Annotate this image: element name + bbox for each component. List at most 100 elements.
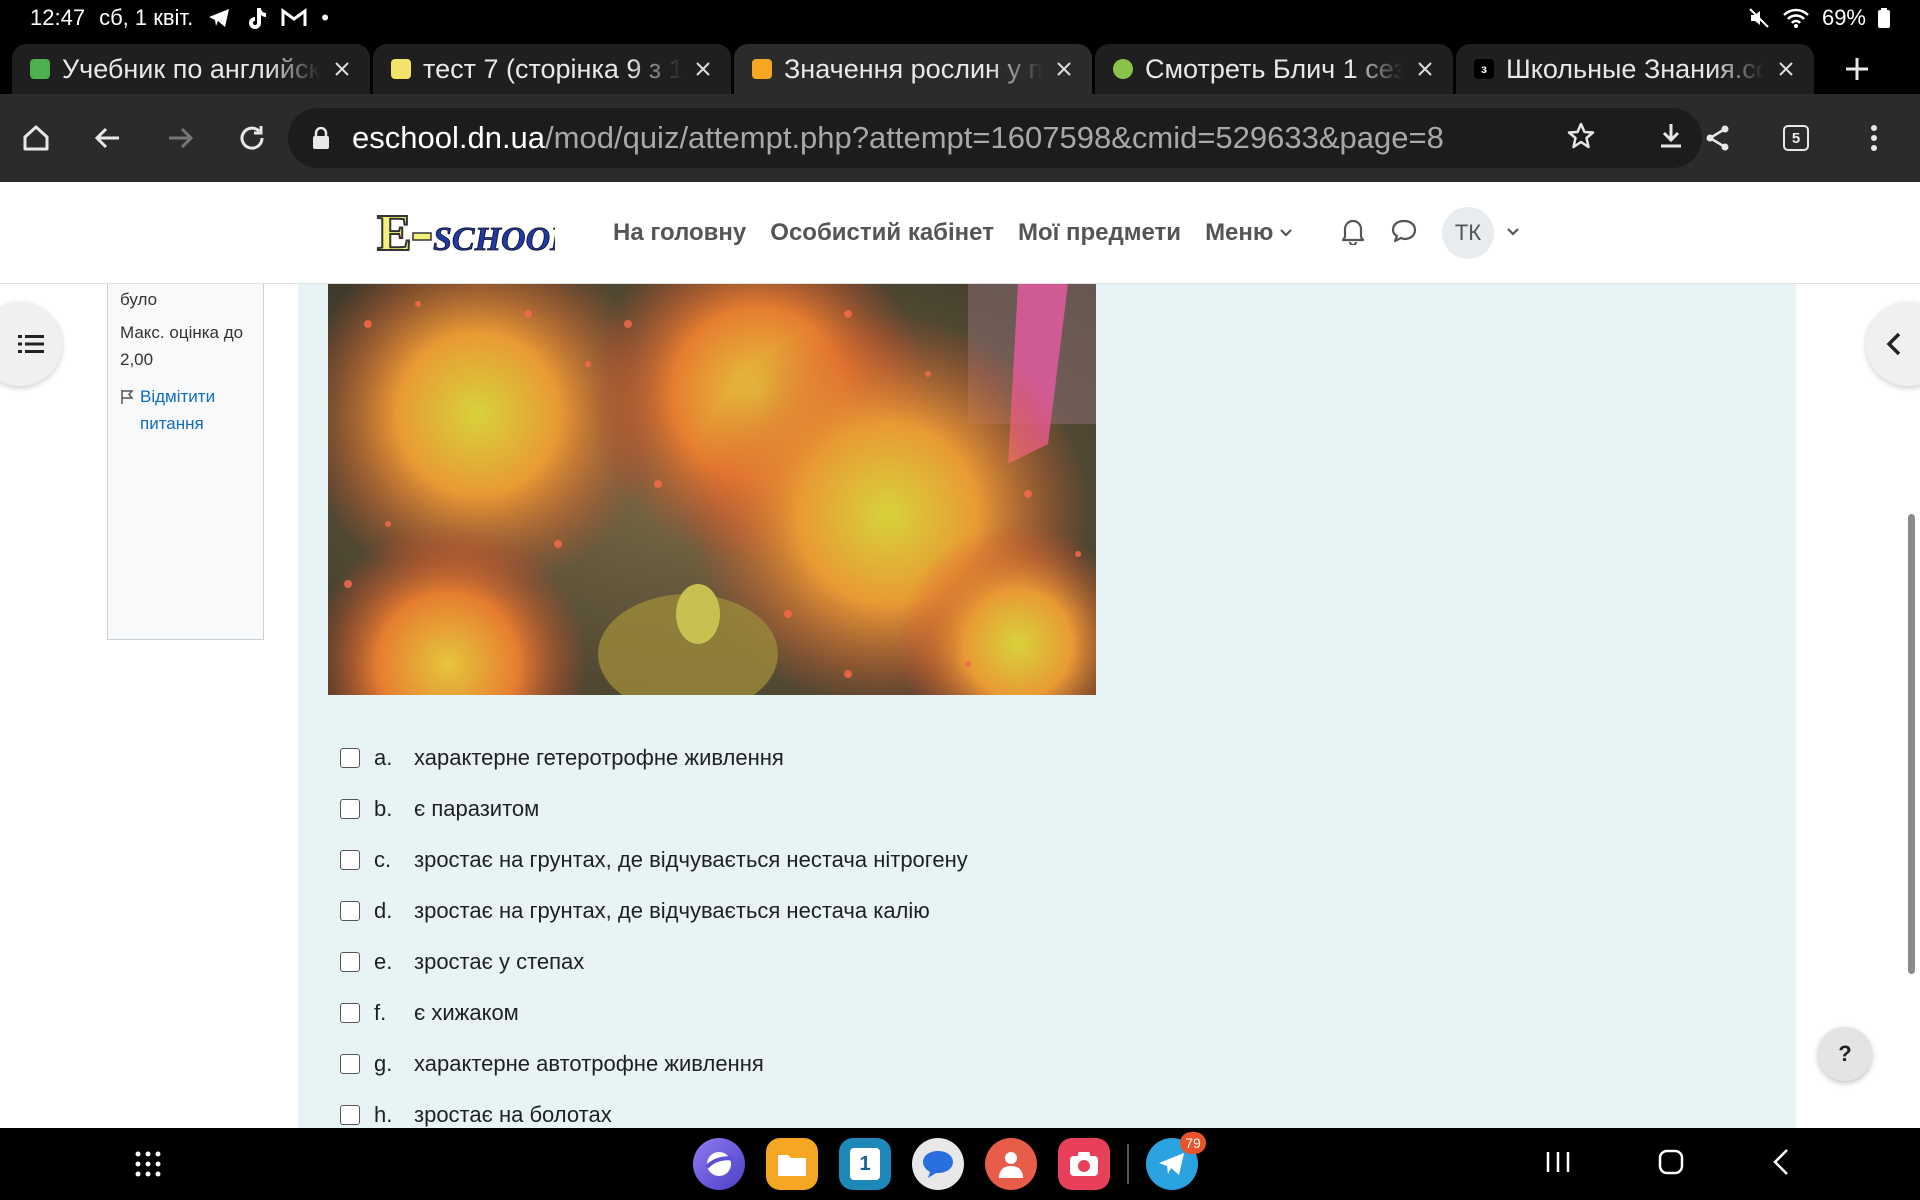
question-info-panel: було Макс. оцінка до 2,00 Відмітити пита…	[107, 284, 264, 640]
notification-badge: 79	[1180, 1132, 1206, 1154]
tab-close-icon[interactable]	[1772, 55, 1800, 83]
forward-button[interactable]	[144, 102, 216, 174]
nav-cabinet[interactable]: Особистий кабінет	[770, 219, 994, 247]
chevron-left-icon	[1886, 332, 1901, 356]
telegram-icon[interactable]: 79	[1146, 1132, 1206, 1190]
answer-options: a. характерне гетеротрофне живлення b. є п…	[340, 732, 968, 1128]
share-icon	[1706, 125, 1729, 151]
messages-icon[interactable]	[912, 1138, 964, 1190]
home-nav-icon[interactable]	[1657, 1148, 1685, 1181]
nav-subjects[interactable]: Мої предмети	[1018, 219, 1181, 247]
answer-option[interactable]: c. зростає на грунтах, де відчувається не…	[340, 834, 968, 885]
tab-title: Учебник по английскому	[62, 53, 320, 84]
help-button[interactable]: ?	[1818, 1027, 1872, 1081]
answer-checkbox[interactable]	[340, 747, 360, 768]
answer-text[interactable]: зростає на грунтах, де відчувається нест…	[414, 847, 968, 873]
answer-option[interactable]: h. зростає на болотах	[340, 1089, 968, 1128]
answer-text[interactable]: характерне автотрофне живлення	[414, 1051, 764, 1077]
tiktok-notification-icon	[245, 6, 267, 30]
svg-text:SCHOOL: SCHOOL	[433, 221, 555, 258]
answer-letter: c.	[374, 846, 392, 872]
browser-menu-button[interactable]	[1838, 102, 1910, 174]
battery-icon	[1878, 8, 1890, 28]
browser-tab[interactable]: Смотреть Блич 1 сезон	[1095, 44, 1453, 94]
site-header: E SCHOOL На головну Особистий кабінет Мо…	[0, 182, 1920, 284]
more-notifications-dot: •	[321, 5, 329, 30]
answer-letter: g.	[374, 1050, 393, 1076]
recents-icon[interactable]	[1545, 1149, 1571, 1180]
answer-letter: a.	[374, 744, 393, 770]
back-button[interactable]	[72, 102, 144, 174]
page-scrollbar[interactable]	[1908, 514, 1915, 974]
address-bar[interactable]: eschool.dn.ua/mod/quiz/attempt.php?attem…	[288, 108, 1702, 168]
question-status: було	[120, 290, 158, 309]
browser-tab-active[interactable]: Значення рослин у природі	[734, 44, 1092, 94]
answer-checkbox[interactable]	[340, 1053, 360, 1074]
samsung-internet-icon[interactable]	[693, 1138, 745, 1190]
tab-title: Значення рослин у природі	[784, 53, 1042, 84]
gmail-notification-icon	[281, 8, 307, 28]
tab-count: 5	[1783, 125, 1809, 151]
answer-text[interactable]: є паразитом	[414, 796, 539, 822]
answer-text[interactable]: характерне гетеротрофне живлення	[414, 745, 784, 771]
answer-checkbox[interactable]	[340, 951, 360, 972]
calendar-icon[interactable]: 1	[839, 1138, 891, 1190]
tab-close-icon[interactable]	[1050, 55, 1078, 83]
notifications-bell-icon[interactable]	[1340, 217, 1366, 250]
answer-option[interactable]: e. зростає у степах	[340, 936, 968, 987]
home-button[interactable]	[0, 102, 72, 174]
answer-option[interactable]: b. є паразитом	[340, 783, 968, 834]
tab-close-icon[interactable]	[1411, 55, 1439, 83]
flag-question-link[interactable]: Відмітити питання	[120, 383, 251, 437]
tab-switcher-button[interactable]: 5	[1760, 102, 1832, 174]
answer-checkbox[interactable]	[340, 900, 360, 921]
lock-icon[interactable]	[312, 126, 330, 150]
calendar-day: 1	[850, 1148, 880, 1180]
nav-menu[interactable]: Меню	[1205, 219, 1293, 247]
my-files-icon[interactable]	[766, 1138, 818, 1190]
contacts-icon[interactable]	[985, 1138, 1037, 1190]
date: сб, 1 квіт.	[99, 5, 194, 30]
max-grade: Макс. оцінка до 2,00	[120, 323, 244, 369]
nav-menu-label: Меню	[1205, 219, 1274, 246]
answer-option[interactable]: d. зростає на грунтах, де відчувається не…	[340, 885, 968, 936]
tab-favicon-icon	[391, 59, 411, 79]
browser-tab[interactable]: Учебник по английскому	[12, 44, 370, 94]
nav-home[interactable]: На головну	[613, 219, 746, 247]
answer-option[interactable]: a. характерне гетеротрофне живлення	[340, 732, 968, 783]
app-dock: 1 79	[693, 1132, 1206, 1190]
answer-text[interactable]: зростає у степах	[414, 949, 584, 975]
block-drawer-toggle[interactable]	[1866, 302, 1920, 386]
url-text[interactable]: eschool.dn.ua/mod/quiz/attempt.php?attem…	[352, 120, 1566, 156]
answer-text[interactable]: зростає на болотах	[414, 1102, 612, 1128]
answer-text[interactable]: зростає на грунтах, де відчувається нест…	[414, 898, 930, 924]
share-button[interactable]	[1682, 102, 1754, 174]
reload-button[interactable]	[216, 102, 288, 174]
system-navigation	[1545, 1128, 1791, 1200]
messages-chat-icon[interactable]	[1390, 218, 1418, 249]
telegram-notification-icon	[207, 7, 231, 29]
camera-icon[interactable]	[1058, 1138, 1110, 1190]
answer-text[interactable]: є хижаком	[414, 1000, 519, 1026]
answer-checkbox[interactable]	[340, 798, 360, 819]
eschool-logo[interactable]: E SCHOOL	[375, 204, 571, 263]
answer-checkbox[interactable]	[340, 849, 360, 870]
browser-tab[interactable]: з Школьные Знания.com	[1456, 44, 1814, 94]
answer-checkbox[interactable]	[340, 1002, 360, 1023]
tab-close-icon[interactable]	[328, 55, 356, 83]
tab-close-icon[interactable]	[689, 55, 717, 83]
course-index-toggle[interactable]	[0, 302, 62, 386]
user-menu-chevron-icon[interactable]	[1506, 224, 1520, 242]
answer-checkbox[interactable]	[340, 1104, 360, 1125]
back-nav-icon[interactable]	[1771, 1148, 1791, 1181]
apps-grid-icon[interactable]	[134, 1150, 162, 1183]
bookmark-star-icon[interactable]	[1566, 121, 1596, 156]
answer-option[interactable]: f. є хижаком	[340, 987, 968, 1038]
browser-toolbar: eschool.dn.ua/mod/quiz/attempt.php?attem…	[0, 94, 1920, 182]
tab-favicon-icon	[752, 59, 772, 79]
list-icon	[18, 335, 44, 353]
browser-tab[interactable]: тест 7 (сторінка 9 з 12)	[373, 44, 731, 94]
user-avatar[interactable]: ТК	[1442, 207, 1494, 259]
answer-option[interactable]: g. характерне автотрофне живлення	[340, 1038, 968, 1089]
new-tab-button[interactable]	[1827, 44, 1887, 94]
